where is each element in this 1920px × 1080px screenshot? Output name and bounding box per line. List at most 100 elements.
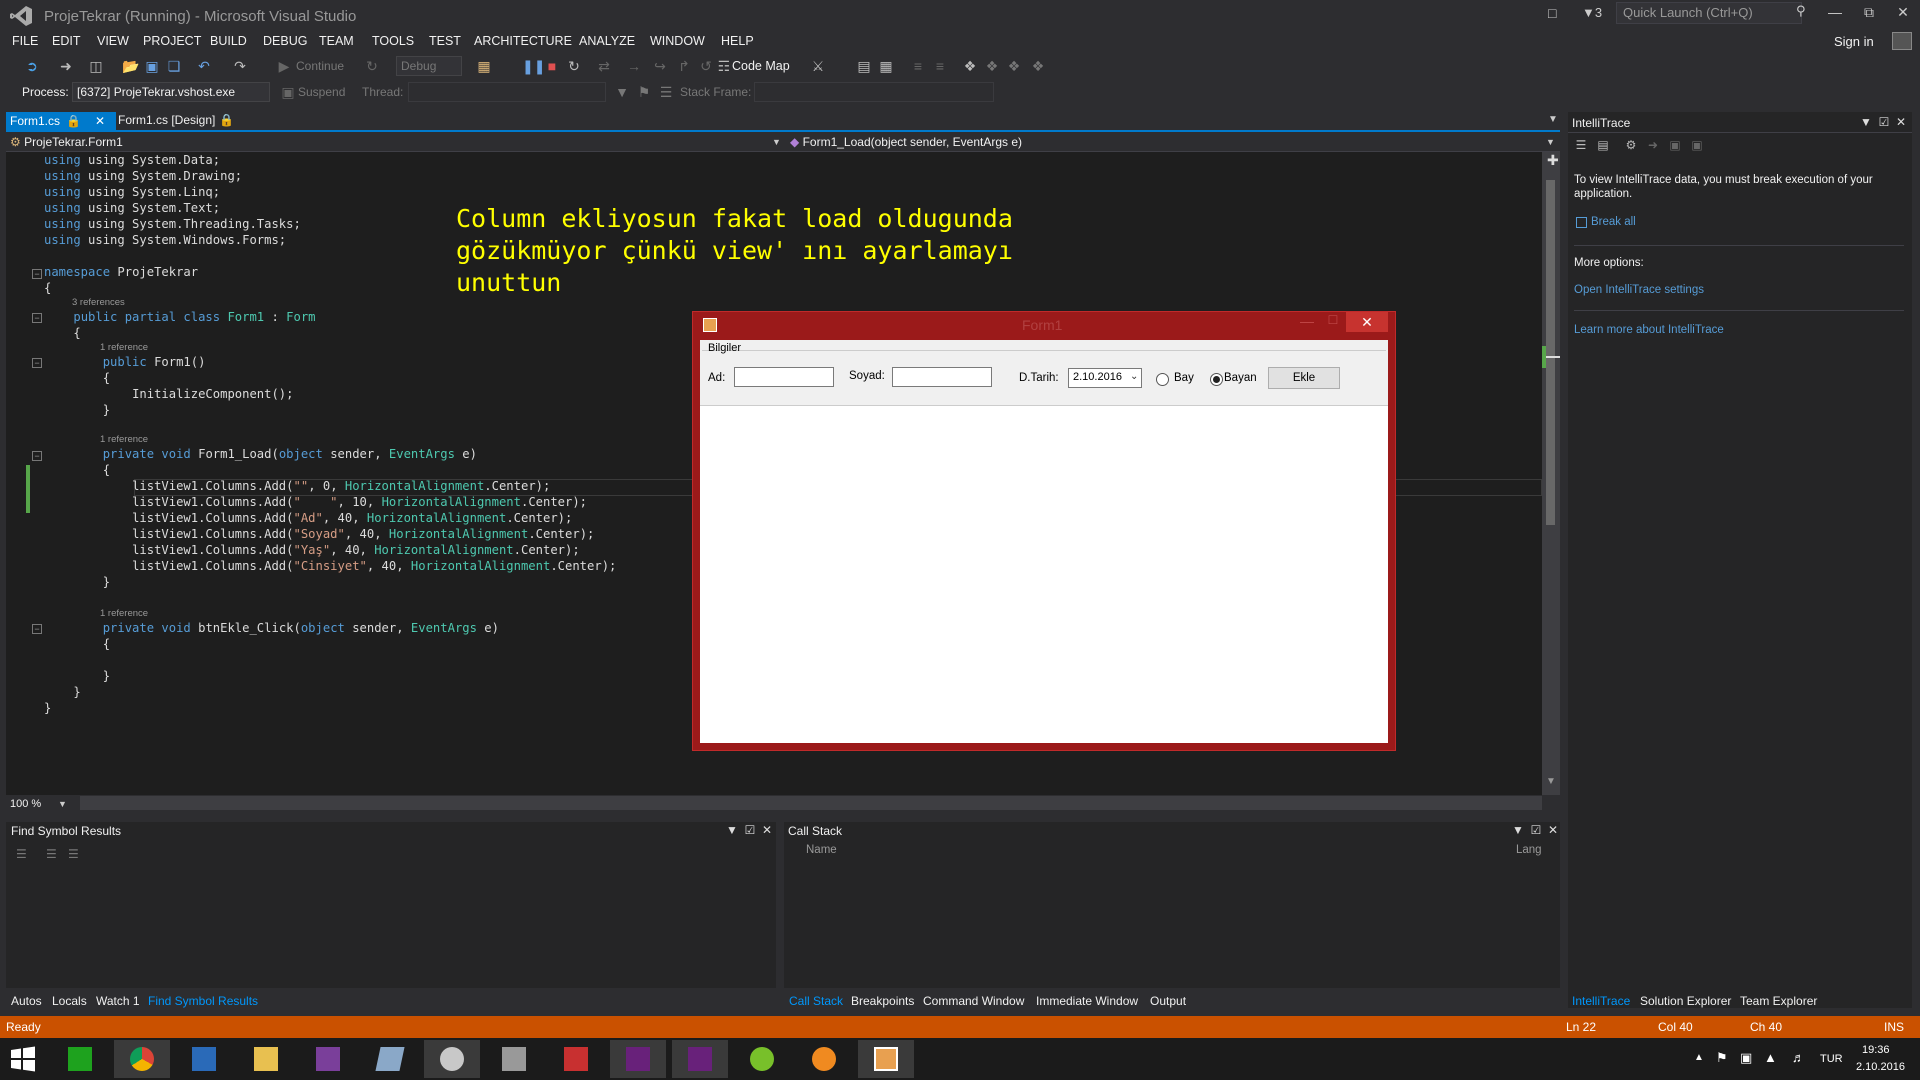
tab-immediate-window[interactable]: Immediate Window bbox=[1036, 994, 1138, 1008]
chevron-down-icon[interactable]: ▼ bbox=[726, 823, 738, 837]
next-bookmark-icon[interactable]: ❖ bbox=[1006, 58, 1022, 74]
tab-call-stack[interactable]: Call Stack bbox=[789, 994, 843, 1008]
codelens-refs[interactable]: 1 reference bbox=[100, 434, 148, 445]
menu-analyze[interactable]: ANALYZE bbox=[579, 34, 635, 48]
step-over-icon[interactable]: ↪ bbox=[652, 58, 668, 74]
go-live-icon[interactable]: ➜ bbox=[1646, 138, 1660, 152]
code-map-button[interactable]: Code Map bbox=[732, 59, 790, 73]
windows-start-icon[interactable] bbox=[10, 1046, 36, 1072]
radio-bay-label[interactable]: Bay bbox=[1174, 372, 1194, 384]
filter-threads-icon[interactable]: ▼ bbox=[614, 84, 630, 100]
notifications-icon[interactable]: □ bbox=[1548, 5, 1556, 21]
designer-icon[interactable]: ▦ bbox=[878, 58, 894, 74]
save-all-icon[interactable]: ❏ bbox=[166, 58, 182, 74]
comment-icon[interactable]: ≡ bbox=[910, 58, 926, 74]
bookmark-icon[interactable]: ❖ bbox=[962, 58, 978, 74]
chevron-down-icon[interactable]: ▼ bbox=[1860, 115, 1872, 129]
profile-icon[interactable] bbox=[1892, 32, 1912, 50]
uncomment-icon[interactable]: ≡ bbox=[932, 58, 948, 74]
close-tab-icon[interactable]: ✕ bbox=[95, 114, 105, 128]
scroll-down-icon[interactable]: ▼ bbox=[1546, 776, 1556, 787]
volume-icon[interactable]: ♬ bbox=[1792, 1050, 1805, 1065]
process-select[interactable]: [6372] ProjeTekrar.vshost.exe bbox=[72, 82, 270, 102]
feedback-filter-count[interactable]: ▼3 bbox=[1582, 5, 1602, 20]
codelens-refs[interactable]: 1 reference bbox=[100, 608, 148, 619]
class-dropdown[interactable]: ⚙ ProjeTekrar.Form1 bbox=[10, 135, 123, 149]
open-log-icon[interactable]: ▣ bbox=[1668, 138, 1682, 152]
fold-toggle[interactable]: − bbox=[32, 313, 42, 323]
new-project-icon[interactable]: ◫ bbox=[88, 58, 104, 74]
tab-breakpoints[interactable]: Breakpoints bbox=[851, 994, 914, 1008]
restore-button[interactable]: ⧉ bbox=[1854, 4, 1884, 26]
back-icon[interactable]: ➲ bbox=[24, 58, 40, 74]
menu-debug[interactable]: DEBUG bbox=[263, 34, 307, 48]
break-all-icon[interactable] bbox=[1576, 217, 1587, 228]
fold-toggle[interactable]: − bbox=[32, 358, 42, 368]
taskbar-winrar[interactable] bbox=[300, 1040, 356, 1078]
tab-solution-explorer[interactable]: Solution Explorer bbox=[1640, 994, 1731, 1008]
save-icon[interactable]: ▣ bbox=[144, 58, 160, 74]
taskbar-toolbox[interactable] bbox=[548, 1040, 604, 1078]
taskbar-app3[interactable] bbox=[424, 1040, 480, 1078]
menu-file[interactable]: FILE bbox=[12, 34, 38, 48]
pin-icon[interactable]: ☑ bbox=[745, 823, 756, 837]
redo-icon[interactable]: ↷ bbox=[232, 58, 248, 74]
show-next-statement-icon[interactable]: ⇄ bbox=[596, 58, 612, 74]
tab-locals[interactable]: Locals bbox=[52, 994, 87, 1008]
list-view[interactable] bbox=[700, 405, 1388, 743]
tab-watch1[interactable]: Watch 1 bbox=[96, 994, 140, 1008]
chevron-down-icon[interactable]: ▼ bbox=[1546, 137, 1555, 147]
solution-configuration-select[interactable]: Debug bbox=[396, 56, 462, 76]
learn-more-link[interactable]: Learn more about IntelliTrace bbox=[1574, 324, 1724, 336]
taskbar-utorrent[interactable] bbox=[734, 1040, 790, 1078]
open-file-icon[interactable]: 📂 bbox=[122, 58, 139, 74]
menu-window[interactable]: WINDOW bbox=[650, 34, 705, 48]
next-icon[interactable]: ☰ bbox=[68, 847, 79, 861]
scrollbar-thumb[interactable] bbox=[1546, 180, 1555, 525]
ad-input[interactable] bbox=[734, 367, 834, 387]
chevron-down-icon[interactable]: ▼ bbox=[772, 137, 781, 147]
tab-team-explorer[interactable]: Team Explorer bbox=[1740, 994, 1817, 1008]
minimize-button[interactable]: — bbox=[1820, 4, 1850, 26]
stop-debugging-icon[interactable]: ■ bbox=[544, 58, 560, 74]
stack-frame-select[interactable] bbox=[754, 82, 994, 102]
taskbar-app2[interactable] bbox=[362, 1040, 418, 1078]
forward-icon[interactable]: ➜ bbox=[58, 58, 74, 74]
taskbar-app4[interactable] bbox=[796, 1040, 852, 1078]
break-all-link[interactable]: Break all bbox=[1591, 216, 1636, 228]
close-window-button[interactable]: ✕ bbox=[1888, 4, 1918, 26]
search-icon[interactable]: ⚲ bbox=[1796, 3, 1806, 19]
network-icon[interactable]: ▲ bbox=[1764, 1050, 1777, 1065]
list-view-icon[interactable]: ☰ bbox=[1574, 138, 1588, 152]
break-all-icon[interactable]: ❚❚ bbox=[522, 58, 545, 74]
radio-bay[interactable] bbox=[1156, 373, 1169, 386]
tab-intellitrace[interactable]: IntelliTrace bbox=[1572, 994, 1630, 1008]
chevron-down-icon[interactable]: ▼ bbox=[58, 799, 67, 809]
menu-edit[interactable]: EDIT bbox=[52, 34, 80, 48]
menu-view[interactable]: VIEW bbox=[97, 34, 129, 48]
menu-tools[interactable]: TOOLS bbox=[372, 34, 414, 48]
show-hidden-icons[interactable]: ▲ bbox=[1694, 1052, 1704, 1063]
restart-icon[interactable]: ↻ bbox=[566, 58, 582, 74]
prev-bookmark-icon[interactable]: ❖ bbox=[984, 58, 1000, 74]
taskbar-store[interactable] bbox=[52, 1040, 108, 1078]
fold-toggle[interactable]: − bbox=[32, 451, 42, 461]
chevron-down-icon[interactable]: ▼ bbox=[1512, 823, 1524, 837]
suspend-icon[interactable]: ▣ bbox=[280, 84, 296, 100]
details-view-icon[interactable]: ▤ bbox=[1596, 138, 1610, 152]
chevron-down-icon[interactable]: ⌄ bbox=[1130, 371, 1138, 382]
column-header-name[interactable]: Name bbox=[806, 844, 837, 856]
undo-icon[interactable]: ↶ bbox=[196, 58, 212, 74]
menu-team[interactable]: TEAM bbox=[319, 34, 354, 48]
fold-toggle[interactable]: − bbox=[32, 624, 42, 634]
ekle-button[interactable]: Ekle bbox=[1268, 367, 1340, 389]
member-dropdown[interactable]: ◆ Form1_Load(object sender, EventArgs e) bbox=[790, 135, 1022, 149]
suspend-button[interactable]: Suspend bbox=[298, 85, 345, 99]
clear-bookmarks-icon[interactable]: ❖ bbox=[1030, 58, 1046, 74]
tab-find-symbol-results[interactable]: Find Symbol Results bbox=[148, 994, 258, 1008]
code-map-icon[interactable]: ☶ bbox=[716, 58, 732, 74]
zoom-level-select[interactable]: 100 % bbox=[10, 798, 41, 810]
taskbar-visual-studio[interactable] bbox=[610, 1040, 666, 1078]
step-back-icon[interactable]: ↺ bbox=[698, 58, 714, 74]
split-icon[interactable]: ✚ bbox=[1547, 152, 1559, 169]
